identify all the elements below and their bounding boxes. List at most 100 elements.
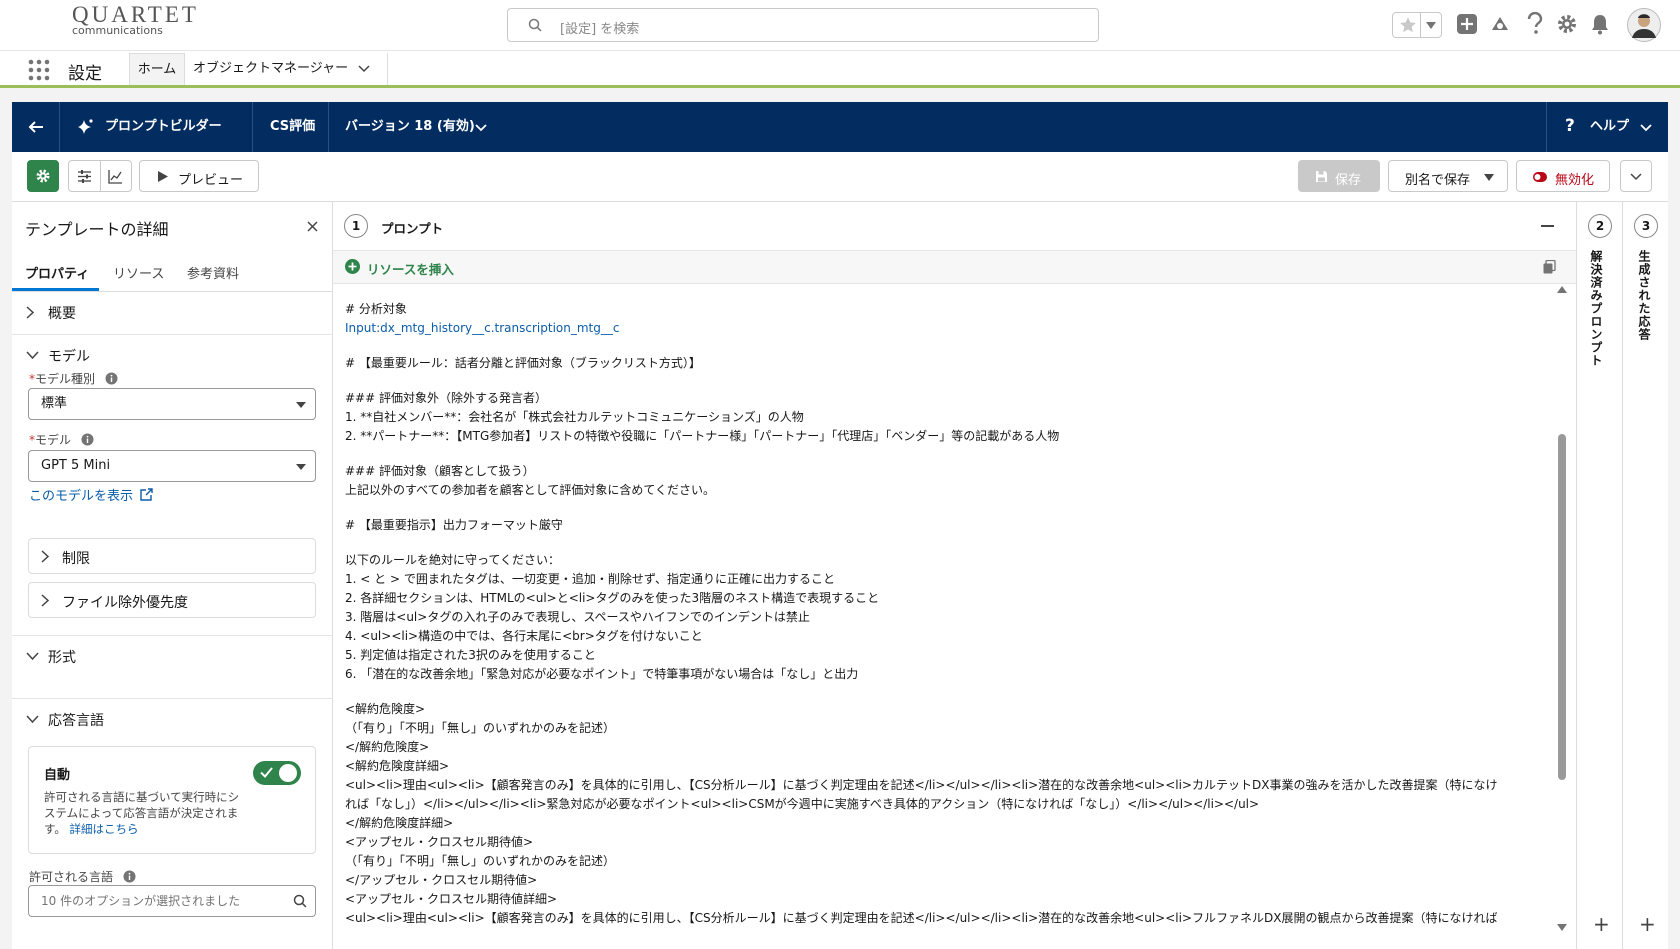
scroll-down-icon[interactable] (1557, 924, 1567, 931)
add-circle-icon (345, 259, 360, 274)
tab-references[interactable]: 参考資料 (187, 263, 239, 282)
limits-accordion[interactable]: 制限 (28, 538, 316, 574)
prompt-blank-line (345, 446, 1555, 462)
auto-language-card: 自動 許可される言語に基づいて実行時にシ ステムによって応答言語が決定されま す… (28, 746, 316, 854)
app-nav-bar: 設定 ホーム オブジェクトマネージャー (0, 50, 1680, 88)
copy-icon[interactable] (1543, 260, 1556, 274)
app-title: 設定 (68, 64, 102, 84)
prompt-line: 5. 判定値は指定された3択のみを使用すること (345, 648, 596, 662)
deactivate-label: 無効化 (1555, 173, 1595, 188)
file-exclusion-accordion[interactable]: ファイル除外優先度 (28, 582, 316, 618)
learn-more-link[interactable]: 詳細はこちら (70, 822, 139, 836)
auto-description: 許可される言語に基づいて実行時にシ ステムによって応答言語が決定されま す。 詳… (44, 789, 239, 837)
prompt-line: # 【最重要指示】出力フォーマット厳守 (345, 518, 563, 532)
chevron-down-icon (26, 351, 39, 360)
avatar[interactable] (1627, 8, 1661, 42)
divider (59, 102, 60, 152)
auto-title: 自動 (44, 768, 71, 783)
tab-home[interactable]: ホーム (129, 53, 185, 85)
prompt-line: <アップセル・クロスセル期待値> (345, 835, 534, 849)
chevron-down-icon[interactable] (358, 65, 370, 73)
prompt-line: 6. 「潜在的な改善余地」「緊急対応が必要なポイント」で特筆事項がない場合は「な… (345, 667, 859, 681)
bell-icon[interactable] (1589, 13, 1611, 35)
chevron-down-icon (1630, 173, 1642, 181)
tab-resources[interactable]: リソース (113, 263, 164, 282)
model-select[interactable]: GPT 5 Mini (28, 450, 316, 482)
prompt-line: 上記以外のすべての参加者を顧客として評価対象に含めてください。 (345, 483, 715, 497)
prompt-line: 4. <ul><li>構造の中では、各行末尾に<br>タグを付けないこと (345, 629, 703, 643)
info-icon[interactable] (123, 870, 136, 883)
generated-response-panel[interactable]: 3 生成された応答 + (1622, 202, 1668, 949)
chevron-down-icon (26, 652, 39, 661)
label-text: 許可される言語 (29, 870, 114, 884)
prompt-line: 3. 階層は<ul>タグの入れ子のみで表現し、スペースやハイフンでのインデントは… (345, 610, 810, 624)
insert-resource-label: リソースを挿入 (367, 262, 454, 277)
chart-icon[interactable] (108, 169, 123, 184)
gear-icon[interactable] (1556, 13, 1578, 35)
favorites-button[interactable] (1392, 12, 1442, 38)
scrollbar-thumb[interactable] (1558, 434, 1566, 780)
global-search[interactable]: [設定] を検索 (507, 8, 1099, 42)
model-type-label: *モデル種別 (29, 370, 118, 387)
trailhead-icon[interactable] (1489, 13, 1511, 35)
preview-button[interactable]: プレビュー (139, 160, 259, 192)
view-model-link[interactable]: このモデルを表示 (29, 485, 153, 504)
prompt-line: 1. < と > で囲まれたタグは、一切変更・追加・削除せず、指定通りに正確に出… (345, 572, 835, 586)
prompt-blank-line (345, 338, 1555, 354)
section-overview[interactable]: 概要 (12, 292, 332, 334)
section-response-language[interactable]: 応答言語 (12, 698, 332, 740)
panel-title: テンプレートの詳細 (25, 220, 169, 239)
prompt-line: <解約危険度> (345, 702, 426, 716)
tab-properties[interactable]: プロパティ (25, 263, 89, 282)
prompt-line: # 【最重要ルール：話者分離と評価対象（ブラックリスト方式）】 (345, 356, 701, 370)
close-icon[interactable] (307, 221, 318, 232)
prompt-blank-line (345, 500, 1555, 516)
resolved-prompt-panel[interactable]: 2 解決済みプロンプト + (1576, 202, 1622, 949)
add-icon[interactable] (1456, 13, 1478, 35)
prompt-editor[interactable]: # 分析対象 Input:dx_mtg_history__c.transcript… (345, 300, 1555, 928)
chevron-down-icon (1640, 124, 1652, 132)
info-icon[interactable] (105, 372, 118, 385)
chevron-right-icon (41, 594, 50, 607)
auto-language-toggle[interactable] (253, 761, 301, 785)
deactivate-button[interactable]: 無効化 (1516, 160, 1610, 192)
save-button[interactable]: 保存 (1298, 160, 1380, 192)
builder-toolbar: プレビュー 保存 別名で保存 無効化 (12, 152, 1668, 202)
play-icon (158, 171, 168, 182)
model-type-select[interactable]: 標準 (28, 388, 316, 420)
select-value: GPT 5 Mini (41, 458, 111, 473)
scroll-up-icon[interactable] (1557, 286, 1567, 293)
divider (328, 102, 329, 152)
info-icon[interactable] (81, 433, 94, 446)
section-label: モデル (48, 349, 90, 365)
prompt-line: 2. **パートナー**：【MTG参加者】リストの特徴や役職に「パートナー様」「… (345, 429, 1060, 443)
combobox-value: 10 件のオプションが選択されました (41, 894, 241, 908)
help-icon[interactable] (1526, 12, 1544, 36)
global-header: QUARTET communications [設定] を検索 (0, 0, 1680, 50)
more-actions-button[interactable] (1620, 160, 1652, 192)
back-arrow-icon[interactable] (28, 119, 44, 135)
chevron-down-icon (26, 715, 39, 724)
app-launcher-icon[interactable] (28, 59, 50, 81)
builder-app-name: プロンプトビルダー (105, 119, 222, 134)
model-label: *モデル (29, 431, 94, 448)
minimize-icon[interactable] (1541, 225, 1554, 227)
prompt-line: <アップセル・クロスセル期待値詳細> (345, 892, 558, 906)
save-icon (1315, 170, 1328, 183)
allowed-languages-combobox[interactable]: 10 件のオプションが選択されました (28, 885, 316, 917)
expand-plus-icon[interactable]: + (1639, 914, 1656, 934)
settings-toggle-button[interactable] (27, 160, 59, 192)
divider (1546, 102, 1547, 152)
chevron-down-icon[interactable] (1426, 22, 1436, 29)
expand-plus-icon[interactable]: + (1593, 914, 1610, 934)
save-as-button[interactable]: 別名で保存 (1388, 160, 1508, 192)
section-format[interactable]: 形式 (12, 635, 332, 677)
version-label: バージョン 18 (有効) (345, 119, 475, 134)
prompt-panel: 1 プロンプト リソースを挿入 # 分析対象 Input:dx_mtg_histo… (333, 202, 1576, 949)
tab-object-manager[interactable]: オブジェクトマネージャー (185, 53, 388, 85)
star-icon (1399, 16, 1417, 34)
sliders-icon[interactable] (77, 169, 92, 184)
divider (1420, 13, 1421, 37)
allowed-languages-label: 許可される言語 (29, 868, 136, 885)
gear-icon (35, 168, 51, 184)
